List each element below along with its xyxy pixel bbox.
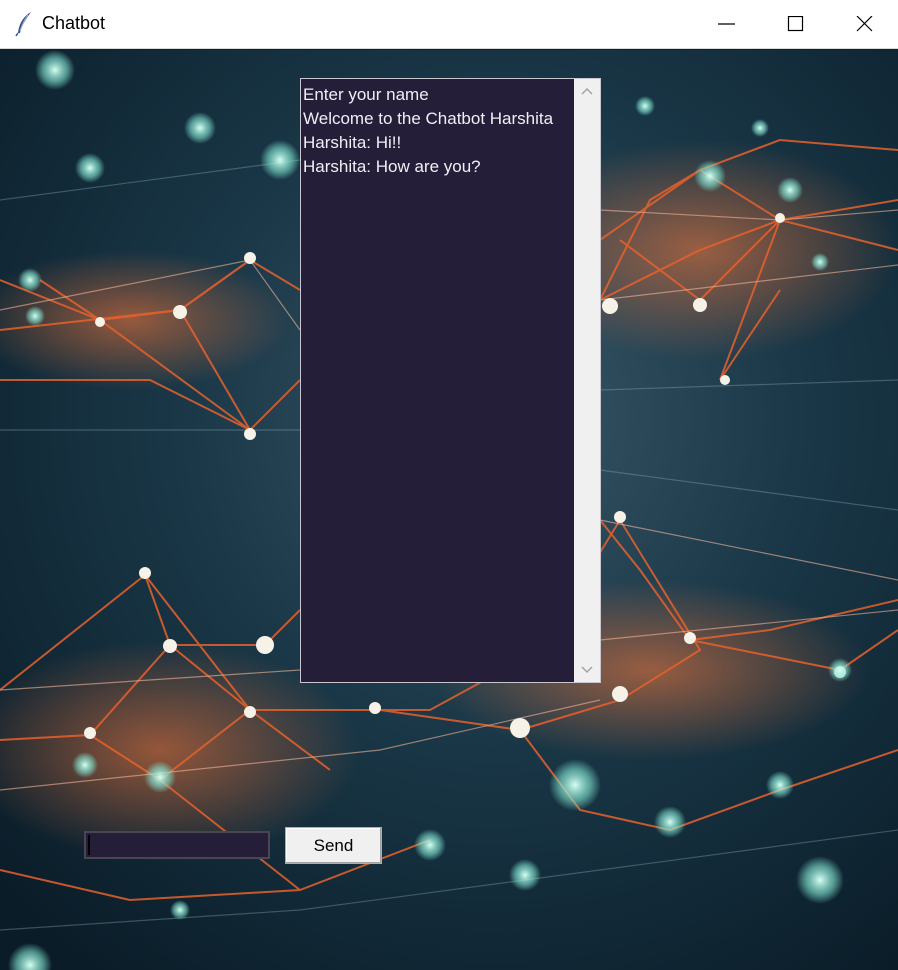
scroll-down-button[interactable] [574,658,600,682]
close-button[interactable] [832,0,898,49]
chatbot-window: Chatbot Enter your name Welcome to the C… [0,0,898,970]
send-button[interactable]: Send [285,827,382,864]
text-cursor [88,835,90,855]
maximize-icon [787,16,804,32]
message-input[interactable] [84,831,270,859]
chat-log[interactable]: Enter your name Welcome to the Chatbot H… [300,78,574,683]
feather-icon [15,12,31,37]
scroll-up-button[interactable] [574,79,600,103]
close-icon [856,16,873,32]
maximize-button[interactable] [763,0,829,49]
window-title: Chatbot [42,13,106,33]
minimize-icon [718,23,735,25]
minimize-button[interactable] [694,0,760,49]
chat-line: Enter your name [303,85,429,104]
chat-line: Harshita: Hi!! [303,133,402,152]
chevron-down-icon [581,666,593,673]
chat-line: Welcome to the Chatbot Harshita [303,109,554,128]
chevron-up-icon [581,88,593,95]
title-bar: Chatbot [0,0,898,49]
chat-scrollbar[interactable] [574,78,601,683]
chat-line: Harshita: How are you? [303,157,481,176]
